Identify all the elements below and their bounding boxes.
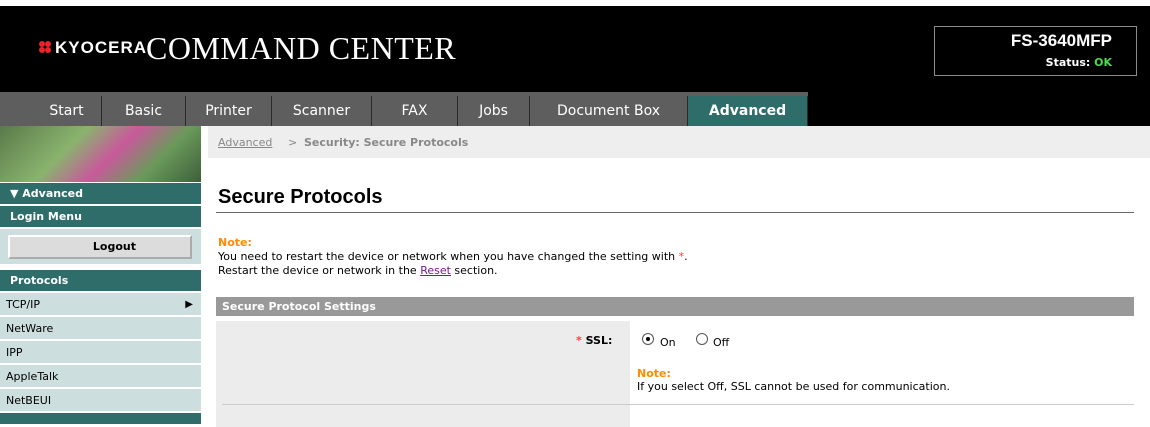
device-status-box: FS-3640MFP Status: OK [934, 26, 1137, 76]
sidebar-banner-image [0, 126, 201, 182]
sidebar-item-tcpip[interactable]: TCP/IP ▶ [0, 292, 201, 315]
sidebar-login-menu: Login Menu [0, 205, 201, 227]
sidebar: ▼ Advanced Login Menu Logout Protocols T… [0, 126, 201, 424]
tab-jobs[interactable]: Jobs [458, 96, 530, 126]
chevron-right-icon: ▶ [185, 299, 193, 310]
status-value: OK [1094, 56, 1112, 69]
sidebar-item-netbeui[interactable]: NetBEUI [0, 388, 201, 411]
reset-link[interactable]: Reset [420, 264, 451, 277]
breadcrumb-current: Security: Secure Protocols [304, 136, 469, 149]
sidebar-item-label: TCP/IP [6, 298, 40, 311]
note-text-restart: You need to restart the device or networ… [218, 250, 688, 263]
section-header: Secure Protocol Settings [216, 297, 1134, 316]
sidebar-item-appletalk[interactable]: AppleTalk [0, 364, 201, 387]
main-nav: Start Basic Printer Scanner FAX Jobs Doc… [0, 92, 1150, 126]
ssl-off-radio[interactable] [696, 333, 708, 345]
app-title: COMMAND CENTER [146, 30, 457, 66]
required-star: * [576, 334, 582, 347]
kyocera-logo-icon [39, 41, 51, 53]
sidebar-item-ipp[interactable]: IPP [0, 340, 201, 363]
breadcrumb-separator: > [288, 136, 298, 149]
header-bar: KYOCERA COMMAND CENTER FS-3640MFP Status… [0, 0, 1150, 92]
tab-start[interactable]: Start [32, 96, 102, 126]
ssl-off-label[interactable]: Off [713, 336, 729, 349]
sidebar-divider [201, 126, 208, 424]
ssl-on-label[interactable]: On [660, 336, 676, 349]
note-label: Note: [218, 236, 252, 249]
ssl-field-label: * SSL: [576, 334, 612, 347]
note-text-end: . [684, 250, 688, 263]
note-text: section. [450, 264, 498, 277]
title-divider [216, 212, 1134, 213]
ssl-note-label: Note: [637, 367, 671, 380]
note-text-reset: Restart the device or network in the Res… [218, 264, 498, 277]
top-strip [0, 0, 1150, 6]
sidebar-section-advanced[interactable]: ▼ Advanced [0, 182, 201, 204]
device-status: Status: OK [1046, 56, 1112, 69]
tab-fax[interactable]: FAX [372, 96, 458, 126]
nav-tabs: Start Basic Printer Scanner FAX Jobs Doc… [0, 92, 808, 126]
device-model: FS-3640MFP [1010, 31, 1112, 50]
sidebar-item-netware[interactable]: NetWare [0, 316, 201, 339]
breadcrumb: Advanced > Security: Secure Protocols [208, 126, 1150, 158]
tab-printer[interactable]: Printer [186, 96, 272, 126]
tab-advanced[interactable]: Advanced [688, 96, 808, 126]
logout-button[interactable]: Logout [8, 235, 192, 259]
page-title: Secure Protocols [218, 186, 383, 208]
note-text: You need to restart the device or networ… [218, 250, 679, 263]
tab-scanner[interactable]: Scanner [272, 96, 372, 126]
note-text: Restart the device or network in the [218, 264, 421, 277]
settings-label-cell [216, 321, 630, 427]
breadcrumb-link-advanced[interactable]: Advanced [218, 136, 272, 149]
logout-row: Logout [0, 228, 201, 264]
ssl-note-text: If you select Off, SSL cannot be used fo… [637, 380, 950, 393]
section-bottom-divider [222, 404, 1134, 405]
brand-logo-text: KYOCERA [55, 38, 148, 57]
status-label: Status: [1045, 56, 1095, 69]
tab-basic[interactable]: Basic [102, 96, 186, 126]
ssl-label-text: SSL: [585, 334, 613, 347]
tab-document-box[interactable]: Document Box [530, 96, 688, 126]
ssl-on-radio[interactable] [642, 333, 654, 345]
sidebar-more [0, 412, 201, 424]
sidebar-protocols: Protocols [0, 269, 201, 291]
